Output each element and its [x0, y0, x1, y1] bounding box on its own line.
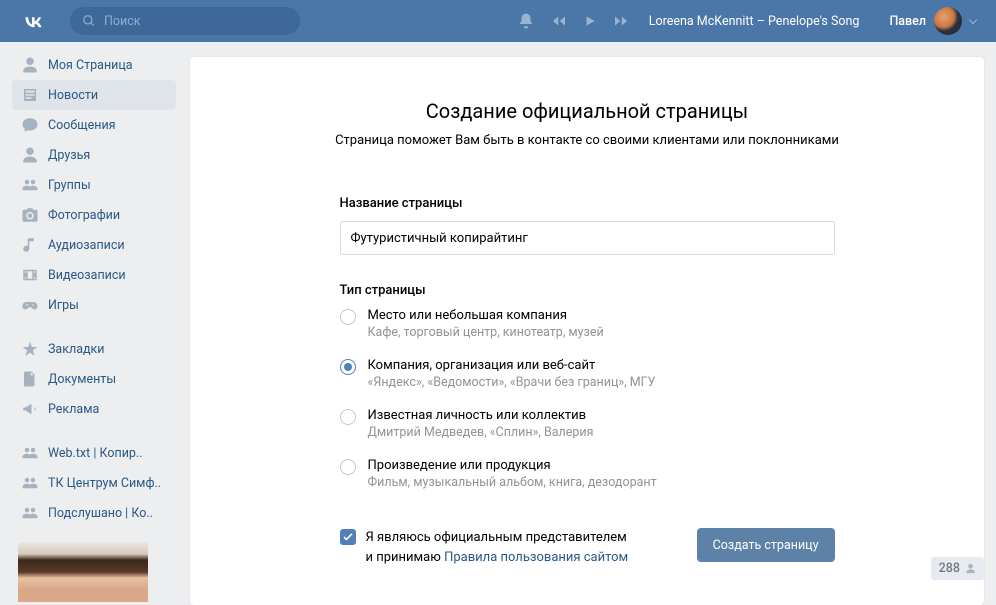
chevron-down-icon [969, 15, 977, 23]
sidebar-item-label: Подслушано | Ко.. [48, 506, 153, 521]
play-icon[interactable] [583, 12, 597, 30]
vk-logo[interactable] [18, 6, 48, 36]
sidebar-item-label: Моя Страница [48, 58, 133, 73]
radio-title: Компания, организация или веб-сайт [368, 358, 656, 373]
search-input[interactable]: Поиск [70, 7, 300, 35]
create-page-button[interactable]: Создать страницу [697, 528, 835, 562]
sidebar-item-group[interactable]: Подслушано | Ко.. [12, 498, 176, 528]
radio-hint: Дмитрий Медведев, «Сплин», Валерия [368, 425, 594, 440]
sidebar-item-label: Закладки [48, 342, 105, 357]
sidebar-item-label: Фотографии [48, 208, 120, 223]
avatar [934, 7, 962, 35]
search-icon [82, 14, 96, 28]
audio-icon [18, 236, 42, 254]
page-subtitle: Страница поможет Вам быть в контакте со … [190, 133, 984, 148]
agree-checkbox[interactable]: Я являюсь официальным представителем и п… [340, 528, 629, 567]
sidebar-item-group[interactable]: ТК Центрум Симф.. [12, 468, 176, 498]
bookmark-icon [18, 340, 42, 358]
sidebar-item-bookmark[interactable]: Закладки [12, 334, 176, 364]
sidebar-item-label: Аудиозаписи [48, 238, 125, 253]
friends-icon [18, 146, 42, 164]
user-name: Павел [889, 14, 926, 29]
radio-hint: Фильм, музыкальный альбом, книга, дезодо… [368, 475, 657, 490]
radio-title: Место или небольшая компания [368, 308, 604, 323]
page-type-radio[interactable]: Произведение или продукция Фильм, музыкал… [340, 458, 835, 490]
radio-hint: Кафе, торговый центр, кинотеатр, музей [368, 325, 604, 340]
sidebar-item-group[interactable]: Web.txt | Копир.. [12, 438, 176, 468]
sidebar-item-label: ТК Центрум Симф.. [48, 476, 161, 491]
docs-icon [18, 370, 42, 388]
news-icon [18, 86, 42, 104]
sidebar-item-label: Web.txt | Копир.. [48, 446, 143, 461]
radio-hint: «Яндекс», «Ведомости», «Врачи без границ… [368, 375, 656, 390]
ads-icon [18, 400, 42, 418]
page-type-radio[interactable]: Известная личность или коллектив Дмитрий … [340, 408, 835, 440]
sidebar-item-audio[interactable]: Аудиозаписи [12, 230, 176, 260]
sidebar-item-news[interactable]: Новости [12, 80, 176, 110]
messages-icon [18, 116, 42, 134]
sidebar-item-label: Документы [48, 372, 116, 387]
header: Поиск Loreena McKennitt – Penelope's Son… [0, 0, 996, 42]
sidebar-item-docs[interactable]: Документы [12, 364, 176, 394]
sidebar-ad-image[interactable] [18, 542, 148, 602]
sidebar-item-label: Друзья [48, 148, 90, 163]
sidebar-item-friends[interactable]: Друзья [12, 140, 176, 170]
header-icons [517, 12, 631, 30]
sidebar-item-messages[interactable]: Сообщения [12, 110, 176, 140]
next-icon[interactable] [611, 12, 631, 30]
prev-icon[interactable] [549, 12, 569, 30]
sidebar-item-games[interactable]: Игры [12, 290, 176, 320]
photos-icon [18, 206, 42, 224]
sidebar-item-photos[interactable]: Фотографии [12, 200, 176, 230]
group-icon [18, 444, 42, 462]
sidebar-item-label: Видеозаписи [48, 268, 126, 283]
sidebar-item-groups[interactable]: Группы [12, 170, 176, 200]
radio-icon [340, 309, 356, 325]
user-menu[interactable]: Павел [889, 7, 976, 35]
online-counter[interactable]: 288 [931, 557, 984, 580]
groups-icon [18, 176, 42, 194]
checkbox-icon [340, 529, 356, 545]
sidebar-item-profile[interactable]: Моя Страница [12, 50, 176, 80]
sidebar-item-label: Сообщения [48, 118, 116, 133]
video-icon [18, 266, 42, 284]
agree-text: Я являюсь официальным представителем и п… [366, 528, 629, 567]
sidebar-item-label: Группы [48, 178, 91, 193]
games-icon [18, 296, 42, 314]
main-panel: Создание официальной страницы Страница п… [190, 57, 984, 605]
page-name-input[interactable] [340, 221, 835, 255]
type-label: Тип страницы [340, 283, 835, 298]
sidebar-item-video[interactable]: Видеозаписи [12, 260, 176, 290]
now-playing[interactable]: Loreena McKennitt – Penelope's Song [649, 14, 860, 29]
sidebar: Моя Страница Новости Сообщения Друзья Группы… [12, 42, 176, 605]
radio-icon [340, 359, 356, 375]
person-icon [965, 563, 976, 574]
terms-link[interactable]: Правила пользования сайтом [444, 550, 628, 565]
group-icon [18, 474, 42, 492]
sidebar-item-label: Новости [48, 88, 98, 103]
sidebar-item-label: Игры [48, 298, 79, 313]
page-title: Создание официальной страницы [190, 99, 984, 123]
page-type-radio[interactable]: Компания, организация или веб-сайт «Яндек… [340, 358, 835, 390]
sidebar-item-ads[interactable]: Реклама [12, 394, 176, 424]
radio-title: Произведение или продукция [368, 458, 657, 473]
profile-icon [18, 56, 42, 74]
group-icon [18, 504, 42, 522]
search-placeholder: Поиск [104, 14, 141, 29]
radio-icon [340, 409, 356, 425]
page-type-radio[interactable]: Место или небольшая компания Кафе, торгов… [340, 308, 835, 340]
name-label: Название страницы [340, 196, 835, 211]
radio-icon [340, 459, 356, 475]
bell-icon[interactable] [517, 12, 535, 30]
radio-title: Известная личность или коллектив [368, 408, 594, 423]
sidebar-item-label: Реклама [48, 402, 99, 417]
